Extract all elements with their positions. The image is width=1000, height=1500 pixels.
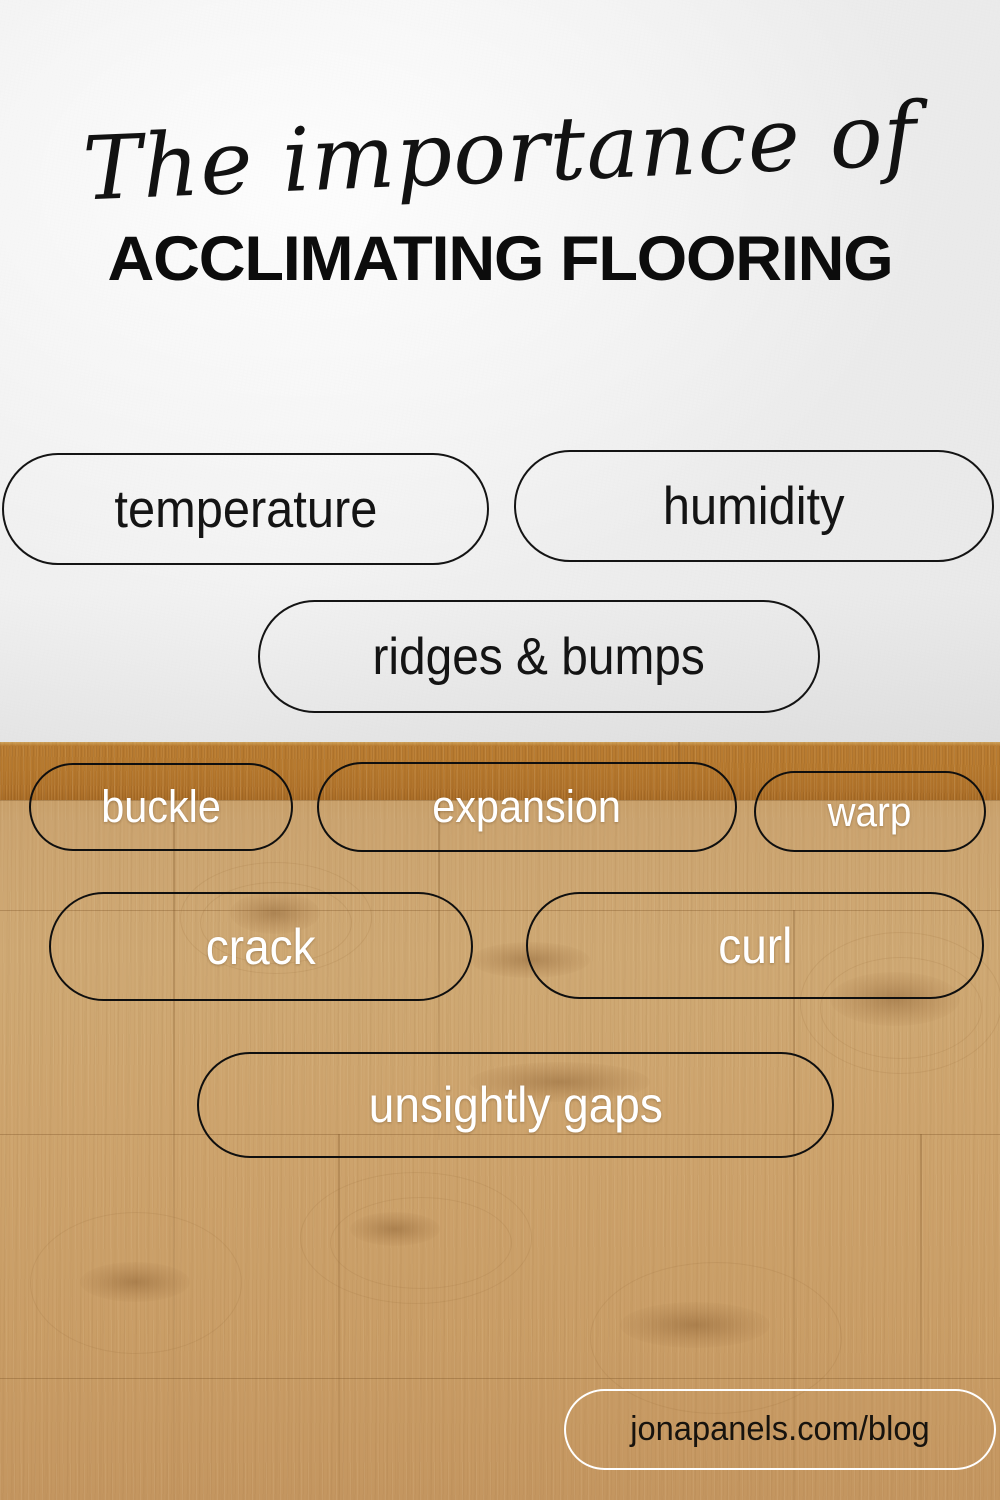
pill-expansion[interactable]: expansion	[317, 762, 737, 852]
pill-expansion-label: expansion	[432, 781, 622, 832]
pill-unsightly-gaps-label: unsightly gaps	[368, 1077, 663, 1133]
page-title: ACCLIMATING FLOORING	[107, 224, 893, 294]
pill-warp[interactable]: warp	[754, 771, 986, 852]
pill-buckle-label: buckle	[101, 781, 221, 832]
pill-crack-label: crack	[206, 918, 316, 975]
pill-unsightly-gaps[interactable]: unsightly gaps	[197, 1052, 834, 1158]
pill-crack[interactable]: crack	[49, 892, 473, 1001]
floor-seam	[0, 1378, 1000, 1379]
pill-temperature-label: temperature	[114, 479, 377, 539]
pill-curl-label: curl	[717, 917, 793, 974]
pill-ridges-and-bumps[interactable]: ridges & bumps	[258, 600, 820, 713]
pill-humidity[interactable]: humidity	[514, 450, 994, 562]
wood-swirl	[30, 1212, 242, 1354]
pill-curl[interactable]: curl	[526, 892, 984, 999]
pill-warp-label: warp	[828, 787, 912, 835]
footer-url-pill[interactable]: jonapanels.com/blog	[564, 1389, 996, 1470]
pill-buckle[interactable]: buckle	[29, 763, 293, 851]
pill-humidity-label: humidity	[663, 476, 845, 536]
pill-temperature[interactable]: temperature	[2, 453, 489, 565]
pill-ridges-and-bumps-label: ridges & bumps	[372, 627, 706, 686]
wood-swirl	[330, 1197, 512, 1289]
footer-url-label: jonapanels.com/blog	[630, 1410, 930, 1448]
pinterest-poster: The importance of ACCLIMATING FLOORING t…	[0, 0, 1000, 1500]
